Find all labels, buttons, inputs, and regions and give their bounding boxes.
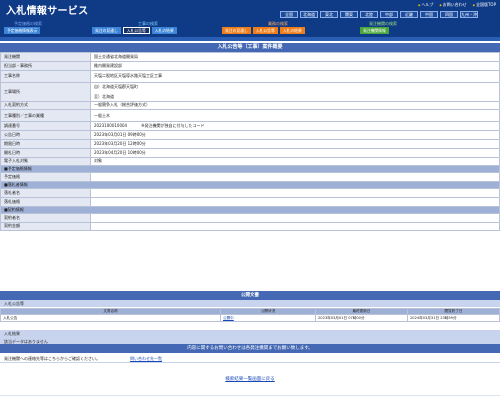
- inquiry-text: 発注機関への連絡先等はこちらからご確認ください。: [4, 356, 100, 361]
- procurement-code-note: ※発注機関が独自に付与したコード: [141, 123, 205, 129]
- field-label: 公告日時: [0, 130, 91, 140]
- public-docs-table: 文書名称 公開状況 最終更新日 閲覧終了日 入札公告 公開中 2023年03月0…: [0, 308, 500, 322]
- region-tab-kanto[interactable]: 関東: [340, 11, 358, 18]
- field-label: 落札者名: [0, 188, 91, 198]
- region-tab-tohoku[interactable]: 東北: [320, 11, 338, 18]
- inquiry-row: 発注機関への連絡先等はこちらからご確認ください。 問い合わせ先一覧: [0, 355, 500, 363]
- table-row: 入札公告 公開中 2023年03月01日 07時00分 2024年03月31日 …: [0, 314, 500, 322]
- tab-koji-result[interactable]: 入札の結果: [151, 27, 177, 34]
- field-label: 電子入札対象: [0, 156, 91, 167]
- doc-status-link[interactable]: 公開中: [220, 314, 316, 322]
- field-label: 担当部・事務所: [0, 60, 91, 71]
- tab-hatchu-info[interactable]: 発注機関情報: [360, 27, 389, 34]
- field-value: 2023年03月20日 12時00分: [90, 138, 500, 149]
- field-value: [90, 221, 500, 232]
- tab-koji-outlook[interactable]: 発注の見通し: [92, 27, 121, 34]
- case-summary-table: 発注機関 国土交通省北海道開発局 担当部・事務所 稚内開発建設部 工事名称 天塩二股地…: [0, 52, 500, 232]
- field-value: [90, 212, 500, 223]
- app-title: 入札情報サービス: [6, 6, 89, 17]
- region-tab-chubu[interactable]: 中部: [380, 11, 398, 18]
- place-to: 至）北海道: [94, 93, 114, 99]
- tabs-search: 予定価格情報表示: [4, 27, 41, 34]
- field-value: 一般土木: [90, 109, 500, 123]
- field-label: 契約者名: [0, 212, 91, 223]
- region-tab-kyushu[interactable]: 九州・沖: [460, 11, 478, 18]
- region-tab-all[interactable]: 全国: [280, 11, 298, 18]
- doc-end-date: 2024年03月31日 23時59分: [407, 314, 500, 322]
- doc-name: 入札公告: [0, 314, 221, 322]
- back-to-results-wrap: 検索結果一覧画面に戻る: [0, 376, 500, 382]
- tabs-gyomu: 発注の見通し 入札公告等 入札の結果: [222, 27, 305, 34]
- region-tab-shikoku[interactable]: 四国: [440, 11, 458, 18]
- field-label: 期限日時: [0, 138, 91, 149]
- public-docs-subtitle: 入札公告等: [0, 300, 500, 307]
- field-value: [90, 188, 500, 198]
- field-value: 一般競争入札（総合評価方式）: [90, 100, 500, 111]
- field-label: 工事場所: [0, 81, 91, 102]
- bid-result-title: 入札結果: [4, 331, 20, 336]
- divider: [0, 395, 500, 396]
- section-contract: ■契約情報: [0, 205, 500, 214]
- region-tabs: 全国 北海道 東北 関東 北陸 中部 近畿 中国 四国 九州・沖: [280, 11, 478, 18]
- page-title: 入札公告等（工事）案件概要: [0, 43, 500, 52]
- field-value: 対象: [90, 156, 500, 167]
- tab-gyomu-result[interactable]: 入札の結果: [279, 27, 305, 34]
- contact-list-link[interactable]: 問い合わせ先一覧: [130, 355, 162, 363]
- field-label: 工事名称: [0, 69, 91, 83]
- tabs-koji: 発注の見通し 入札公告等 入札の結果: [92, 27, 177, 34]
- section-winner: ■落札者情報: [0, 181, 500, 190]
- doc-updated: 2023年03月01日 07時00分: [315, 314, 408, 322]
- top-links: ヘルプ お問い合わせ 全国版TOP: [418, 2, 496, 8]
- sub-band: [0, 37, 500, 41]
- field-label: 開札日時: [0, 147, 91, 158]
- tabs-hatchu: 発注機関情報: [360, 27, 389, 34]
- contact-link[interactable]: お問い合わせ: [439, 2, 467, 8]
- field-label: 落札価格: [0, 196, 91, 207]
- place-from: 自）北海道天塩郡天塩町: [94, 83, 138, 89]
- national-top-link[interactable]: 全国版TOP: [473, 2, 496, 8]
- field-label: 予定価格: [0, 172, 91, 183]
- field-value: 国土交通省北海道開発局: [90, 52, 500, 62]
- procurement-code: 2023100010004: [94, 123, 128, 129]
- field-label: 入札契約方式: [0, 100, 91, 111]
- back-to-results-link[interactable]: 検索結果一覧画面に戻る: [225, 377, 275, 382]
- region-tab-chugoku[interactable]: 中国: [420, 11, 438, 18]
- help-link[interactable]: ヘルプ: [418, 2, 433, 8]
- field-value: [90, 196, 500, 207]
- region-tab-hokkaido[interactable]: 北海道: [300, 11, 318, 18]
- tab-gyomu-outlook[interactable]: 発注の見通し: [222, 27, 251, 34]
- section-plan-price: ■予定価格情報: [0, 165, 500, 174]
- field-label: 契約金額: [0, 221, 91, 232]
- field-label: 工事種別／工事の業種: [0, 109, 91, 123]
- field-value: 2023年04月20日 10時00分: [90, 147, 500, 158]
- header-bar: 入札情報サービス ヘルプ お問い合わせ 全国版TOP 全国 北海道 東北 関東 …: [0, 0, 500, 37]
- tab-gyomu-notice[interactable]: 入札公告等: [252, 27, 278, 34]
- field-value: 天塩二股地区天塩導水路天塩工区工事: [90, 69, 500, 83]
- tab-plan-price[interactable]: 予定価格情報表示: [4, 27, 41, 34]
- field-value: 自）北海道天塩郡天塩町 至）北海道: [90, 81, 500, 102]
- region-tab-kinki[interactable]: 近畿: [400, 11, 418, 18]
- inquiry-bar: 内容に関するお問い合わせは各発注機関までお願い致します。: [0, 344, 500, 353]
- tab-koji-notice[interactable]: 入札公告等: [122, 27, 150, 34]
- field-label: 発注機関: [0, 52, 91, 62]
- field-value: [90, 172, 500, 183]
- field-value: 2023100010004 ※発注機関が独自に付与したコード: [90, 121, 500, 132]
- public-docs-title: 公開文書: [0, 291, 500, 300]
- region-tab-hokuriku[interactable]: 北陸: [360, 11, 378, 18]
- field-value: 2023年03月01日 09時00分: [90, 130, 500, 140]
- field-label: 調達番号: [0, 121, 91, 132]
- field-value: 稚内開発建設部: [90, 60, 500, 71]
